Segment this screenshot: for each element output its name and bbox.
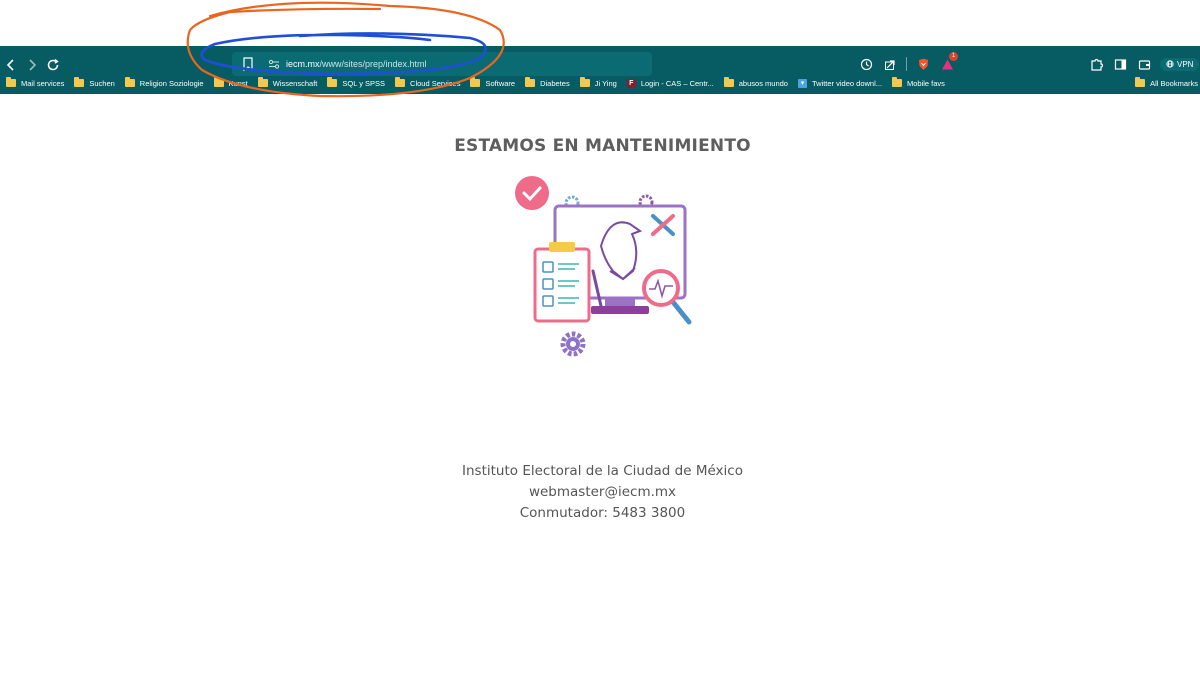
bookmark-label: Twitter video downl... <box>811 78 882 88</box>
bookmark-item[interactable]: Software <box>470 77 516 88</box>
folder-icon <box>257 77 268 87</box>
phone-number: Conmutador: 5483 3800 <box>519 505 686 521</box>
divider <box>906 57 907 71</box>
vpn-button[interactable]: VPN <box>1160 57 1200 71</box>
brave-lion-icon <box>918 58 928 70</box>
bookmark-item[interactable]: Diabetes <box>525 77 570 88</box>
folder-icon <box>327 77 338 87</box>
folder-icon <box>74 77 85 87</box>
gear-icon <box>560 331 586 357</box>
sidebar-icon <box>1114 58 1126 70</box>
history-icon <box>860 58 872 70</box>
folder-icon <box>124 77 135 87</box>
bookmark-label: Software <box>485 78 516 88</box>
bookmark-label: Wissenschaft <box>272 78 318 88</box>
url-text[interactable]: iecm.mx/www/sites/prep/index.html <box>286 56 427 72</box>
site-settings-icon[interactable] <box>268 58 280 70</box>
check-circle-icon <box>515 176 549 210</box>
bookmark-item[interactable]: Cloud Services <box>395 77 461 88</box>
bookmark-label: abusos mundo <box>738 78 788 88</box>
forward-button[interactable] <box>21 54 43 76</box>
folder-icon <box>723 77 734 87</box>
bookmark-label: Diabetes <box>540 78 570 88</box>
rewards-badge: 1 <box>949 52 958 61</box>
address-bar[interactable]: iecm.mx/www/sites/prep/index.html <box>232 52 652 76</box>
vpn-label: VPN <box>1177 59 1194 69</box>
bookmark-item[interactable]: Kunst <box>213 77 248 88</box>
wallet-icon <box>1138 59 1150 70</box>
folder-icon <box>470 77 481 87</box>
folder-icon <box>213 77 224 87</box>
folder-icon <box>892 77 902 87</box>
twitter-bird-icon: ▾ <box>797 78 807 88</box>
folder-icon <box>1135 77 1146 87</box>
bookmark-icon[interactable] <box>242 57 254 71</box>
bookmark-label: Ji Ying <box>594 78 617 88</box>
puzzle-icon <box>1090 58 1103 71</box>
sidebar-button[interactable] <box>1112 56 1128 72</box>
bookmark-label: Kunst <box>228 78 248 88</box>
folder-icon <box>579 77 590 87</box>
brave-shields-button[interactable] <box>915 56 931 72</box>
address-bar-actions: 1 <box>858 52 963 75</box>
bookmark-item[interactable]: SQL y SPSS <box>327 77 386 88</box>
globe-icon <box>1166 60 1174 68</box>
all-bookmarks-label: All Bookmarks <box>1150 78 1198 88</box>
contact-email: webmaster@iecm.mx <box>528 484 677 500</box>
toolbar-actions: VPN <box>1088 53 1200 75</box>
share-button[interactable] <box>882 56 898 72</box>
bookmarks-bar: Mail services Suchen Religion Soziologie Ku… <box>0 74 1200 92</box>
f-logo-icon: F <box>626 78 636 88</box>
bookmark-item[interactable]: Mobile favs <box>892 77 945 88</box>
folder-icon <box>6 77 16 87</box>
chevron-left-icon <box>6 59 14 71</box>
bookmark-label: Mail services <box>21 78 65 88</box>
bookmark-label: Cloud Services <box>410 78 461 88</box>
brave-rewards-button[interactable]: 1 <box>939 52 958 72</box>
extensions-button[interactable] <box>1088 56 1104 72</box>
url-path: /www/sites/prep/index.html <box>319 59 427 69</box>
bookmark-item[interactable]: Religion Soziologie <box>124 77 204 88</box>
bookmark-item[interactable]: Ji Ying <box>579 77 617 88</box>
bookmark-label: Suchen <box>89 78 115 88</box>
folder-icon <box>525 77 536 87</box>
reload-icon <box>47 58 59 71</box>
url-host: iecm.mx <box>286 59 320 69</box>
back-button[interactable] <box>0 54 22 76</box>
bookmark-item[interactable]: Wissenschaft <box>257 77 318 88</box>
history-button[interactable] <box>858 56 874 72</box>
bookmark-item[interactable]: ▾ Twitter video downl... <box>797 78 882 88</box>
all-bookmarks-button[interactable]: All Bookmarks <box>1135 74 1198 92</box>
page-title: ESTAMOS EN MANTENIMIENTO <box>454 136 751 156</box>
wallet-button[interactable] <box>1136 56 1152 72</box>
bookmark-label: SQL y SPSS <box>342 78 386 88</box>
bookmark-label: Religion Soziologie <box>139 78 204 88</box>
browser-toolbar: iecm.mx/www/sites/prep/index.html 1 VPN … <box>0 46 1200 94</box>
chevron-right-icon <box>29 59 37 71</box>
bookmark-item[interactable]: Suchen <box>74 77 115 88</box>
folder-icon <box>395 77 406 87</box>
bookmark-item[interactable]: abusos mundo <box>723 77 788 88</box>
institution-name: Instituto Electoral de la Ciudad de Méxi… <box>462 463 743 479</box>
maintenance-illustration <box>515 176 692 357</box>
bookmark-label: Mobile favs <box>907 78 945 88</box>
bookmark-item[interactable]: F Login - CAS – Centr... <box>626 78 714 88</box>
share-icon <box>884 59 895 70</box>
bookmark-item[interactable]: Mail services <box>6 77 65 88</box>
bookmark-label: Login - CAS – Centr... <box>640 78 714 88</box>
reload-button[interactable] <box>42 54 64 76</box>
